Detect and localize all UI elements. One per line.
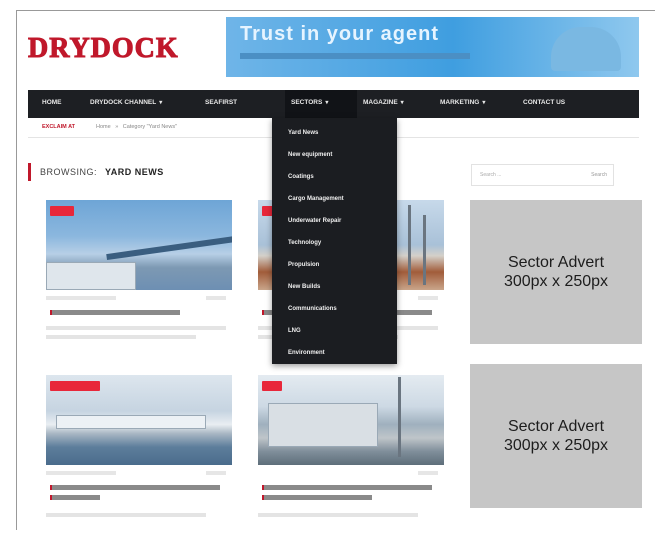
platform-structure — [268, 403, 378, 447]
breadcrumb-current: Category "Yard News" — [122, 124, 178, 130]
article-comments — [418, 471, 438, 475]
menu-item-propulsion[interactable]: Propulsion — [288, 262, 319, 268]
article-title[interactable] — [50, 485, 220, 490]
article-excerpt-line — [258, 513, 418, 517]
crane-shape — [408, 205, 411, 285]
nav-item-home[interactable]: HOME — [42, 99, 62, 106]
article-title[interactable] — [50, 310, 180, 315]
menu-item-new-equipment[interactable]: New equipment — [288, 152, 332, 158]
sidebar-search: Search ... Search — [471, 164, 614, 186]
advert-line: Sector Advert — [507, 418, 605, 435]
nav-item-label: DRYDOCK CHANNEL — [90, 99, 157, 106]
article-meta — [46, 296, 116, 300]
article-card[interactable] — [46, 375, 232, 525]
sectors-dropdown-menu: Yard News New equipment Coatings Cargo M… — [272, 118, 397, 364]
site-logo[interactable]: DRYDOCK — [28, 33, 179, 65]
breadcrumb: Home » Category "Yard News" — [96, 124, 180, 130]
breadcrumb-home-link[interactable]: Home — [96, 124, 111, 130]
nav-item-label: SEAFIRST — [205, 99, 238, 106]
menu-item-underwater-repair[interactable]: Underwater Repair — [288, 218, 341, 224]
chevron-down-icon: ▾ — [400, 100, 404, 106]
breadcrumb-separator: » — [115, 124, 119, 130]
crane-shape — [423, 215, 426, 285]
advert-text: Sector Advert 300px x 250px — [504, 417, 608, 455]
sector-advert[interactable]: Sector Advert 300px x 250px — [470, 364, 642, 508]
nav-item-label: MAGAZINE — [363, 99, 398, 106]
article-excerpt-line — [46, 513, 206, 517]
article-meta — [46, 471, 116, 475]
chevron-down-icon: ▾ — [325, 100, 329, 106]
main-navbar: HOME DRYDOCK CHANNEL ▾ SEAFIRST SECTORS ▾ … — [28, 90, 639, 118]
ship-hull — [56, 415, 206, 429]
chevron-down-icon: ▾ — [482, 100, 486, 106]
crane-shape — [398, 377, 401, 457]
browsing-heading: BROWSING: YARD NEWS — [28, 163, 164, 181]
pier-shape — [106, 235, 232, 261]
breaking-ticker-label: EXCLAIM AT — [42, 124, 75, 130]
browsing-value: YARD NEWS — [105, 167, 164, 177]
article-comments — [206, 296, 226, 300]
nav-item-contact-us[interactable]: CONTACT US — [523, 99, 565, 106]
advert-size: 300px x 250px — [503, 273, 609, 290]
chevron-down-icon: ▾ — [159, 100, 163, 106]
search-input[interactable]: Search ... — [480, 172, 501, 178]
nav-item-magazine[interactable]: MAGAZINE ▾ — [363, 99, 404, 106]
category-badge[interactable] — [262, 381, 282, 391]
menu-item-new-builds[interactable]: New Builds — [288, 284, 320, 290]
menu-item-cargo-management[interactable]: Cargo Management — [288, 196, 344, 202]
nav-item-drydock-channel[interactable]: DRYDOCK CHANNEL ▾ — [90, 99, 162, 106]
nav-item-label: HOME — [42, 99, 62, 106]
nav-item-label: SECTORS — [291, 99, 323, 106]
menu-item-environment[interactable]: Environment — [288, 350, 325, 356]
menu-item-coatings[interactable]: Coatings — [288, 174, 314, 180]
sector-advert[interactable]: Sector Advert 300px x 250px — [470, 200, 642, 344]
advert-line: Sector Advert — [507, 254, 605, 271]
banner-headline: Trust in your agent — [240, 23, 440, 45]
article-excerpt-line — [46, 335, 196, 339]
article-title[interactable] — [262, 495, 372, 500]
nav-item-sectors[interactable]: SECTORS ▾ — [291, 99, 328, 106]
article-comments — [206, 471, 226, 475]
header-banner-ad[interactable]: Trust in your agent — [226, 17, 639, 77]
banner-graphic — [551, 27, 621, 71]
menu-item-yard-news[interactable]: Yard News — [288, 130, 318, 136]
advert-size: 300px x 250px — [503, 437, 609, 454]
article-card[interactable] — [258, 375, 444, 525]
article-title[interactable] — [50, 495, 100, 500]
nav-item-marketing[interactable]: MARKETING ▾ — [440, 99, 485, 106]
browsing-label: BROWSING: — [40, 167, 98, 177]
menu-item-communications[interactable]: Communications — [288, 306, 337, 312]
menu-item-lng[interactable]: LNG — [288, 328, 301, 334]
category-badge[interactable] — [50, 381, 100, 391]
advert-text: Sector Advert 300px x 250px — [504, 253, 608, 291]
banner-subline — [240, 53, 470, 59]
nav-item-label: MARKETING — [440, 99, 480, 106]
nav-item-seafirst[interactable]: SEAFIRST — [205, 99, 237, 106]
article-comments — [418, 296, 438, 300]
menu-item-technology[interactable]: Technology — [288, 240, 321, 246]
port-buildings — [46, 262, 136, 290]
article-card[interactable] — [46, 200, 232, 350]
article-title[interactable] — [262, 485, 432, 490]
article-thumbnail[interactable] — [258, 375, 444, 465]
article-excerpt-line — [46, 326, 226, 330]
search-button[interactable]: Search — [591, 172, 607, 178]
nav-item-label: CONTACT US — [523, 99, 566, 106]
category-badge[interactable] — [50, 206, 74, 216]
